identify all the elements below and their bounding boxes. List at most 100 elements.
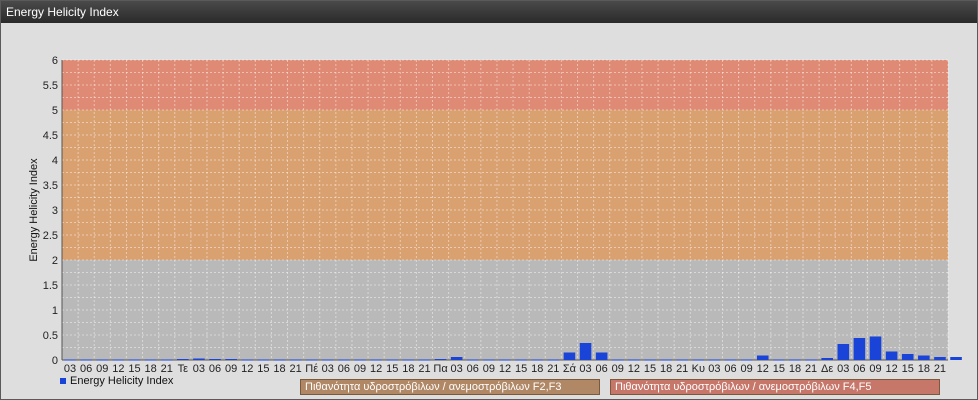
x-tick-label: 03 [64, 363, 76, 375]
y-tick-label: 5 [52, 105, 58, 117]
bar [402, 359, 415, 361]
bar [305, 359, 318, 361]
x-tick-label: 06 [724, 363, 736, 375]
x-tick-label: 03 [322, 363, 334, 375]
bar [322, 359, 334, 361]
y-tick-label: 4.5 [43, 130, 58, 142]
bar [547, 359, 560, 361]
x-tick-label: 12 [499, 363, 511, 375]
bar [499, 359, 511, 361]
x-tick-label: 03 [837, 363, 849, 375]
x-tick-label: 15 [128, 363, 140, 375]
x-tick-label: 03 [193, 363, 205, 375]
bar [950, 357, 962, 360]
band-tag-f4f5: Πιθανότητα υδροστρόβιλων / ανεμοστρόβιλω… [610, 379, 940, 395]
bar [853, 338, 866, 360]
bar [611, 359, 624, 361]
bar [789, 359, 801, 361]
x-tick-label: 09 [225, 363, 237, 375]
x-tick-label: 15 [644, 363, 656, 375]
x-tick-label: 21 [161, 363, 173, 375]
y-axis-label: Energy Helicity Index [28, 158, 40, 262]
bar [901, 354, 914, 360]
x-tick-label: 03 [451, 363, 463, 375]
y-tick-label: 1.5 [43, 280, 58, 292]
x-tick-label: Κυ [692, 363, 705, 375]
bar [418, 359, 431, 361]
bar [160, 359, 173, 361]
bar [386, 359, 399, 361]
x-tick-label: Πα [433, 363, 448, 375]
bar [885, 351, 898, 360]
bar [241, 359, 254, 361]
x-tick-label: Τε [178, 363, 189, 375]
y-tick-label: 0.5 [43, 330, 58, 342]
x-tick-label: 18 [531, 363, 543, 375]
x-tick-label: 12 [241, 363, 253, 375]
x-tick-label: 18 [918, 363, 930, 375]
x-tick-label: 09 [354, 363, 366, 375]
bar [660, 359, 672, 361]
x-tick-label: 03 [708, 363, 720, 375]
x-tick-label: 06 [338, 363, 350, 375]
bar [676, 359, 688, 361]
x-tick-label: 09 [483, 363, 495, 375]
bar [773, 359, 785, 361]
y-tick-label: 6 [52, 55, 58, 67]
bar [144, 359, 157, 361]
y-tick-label: 1 [52, 305, 58, 317]
x-tick-label: 18 [402, 363, 414, 375]
x-tick-label: 21 [418, 363, 430, 375]
x-tick-label: 15 [902, 363, 914, 375]
bar [708, 359, 721, 361]
bar [289, 359, 302, 361]
x-tick-label: 12 [885, 363, 897, 375]
legend-swatch [60, 378, 66, 384]
bar [193, 358, 205, 360]
x-tick-label: 06 [853, 363, 865, 375]
x-tick-label: 21 [289, 363, 301, 375]
x-tick-label: 06 [467, 363, 479, 375]
x-tick-label: 15 [773, 363, 785, 375]
x-tick-label: 06 [80, 363, 92, 375]
bar [64, 359, 76, 361]
bar [756, 355, 769, 360]
bar [257, 359, 270, 361]
bar [483, 359, 495, 361]
legend-label: Energy Helicity Index [70, 375, 174, 387]
x-tick-label: 15 [386, 363, 398, 375]
legend: Energy Helicity Index [60, 375, 173, 387]
y-tick-label: 2.5 [43, 230, 58, 242]
y-tick-label: 0 [52, 355, 58, 367]
bar [934, 357, 946, 360]
bar [837, 344, 850, 360]
bar [918, 355, 930, 360]
bar [595, 352, 608, 360]
y-tick-label: 2 [52, 255, 58, 267]
x-tick-label: 12 [370, 363, 382, 375]
bar [338, 359, 350, 361]
x-tick-label: 06 [209, 363, 221, 375]
bar [434, 359, 447, 360]
bar [466, 359, 479, 361]
x-tick-label: Δε [821, 363, 833, 375]
x-tick-label: 15 [257, 363, 269, 375]
x-tick-label: 12 [628, 363, 640, 375]
x-tick-label: Σά [563, 363, 577, 375]
bar [450, 357, 463, 360]
bar [821, 358, 833, 360]
bar [740, 359, 753, 361]
bar [692, 359, 705, 361]
bar [579, 343, 592, 360]
bar [869, 336, 882, 360]
x-tick-label: 18 [789, 363, 801, 375]
x-tick-label: 09 [741, 363, 753, 375]
bar [628, 359, 640, 361]
y-tick-label: 3 [52, 205, 58, 217]
x-tick-label: 18 [273, 363, 285, 375]
bar [644, 359, 656, 361]
bar [80, 359, 92, 361]
bar [354, 359, 366, 361]
x-tick-label: 21 [547, 363, 559, 375]
bar [805, 359, 817, 361]
